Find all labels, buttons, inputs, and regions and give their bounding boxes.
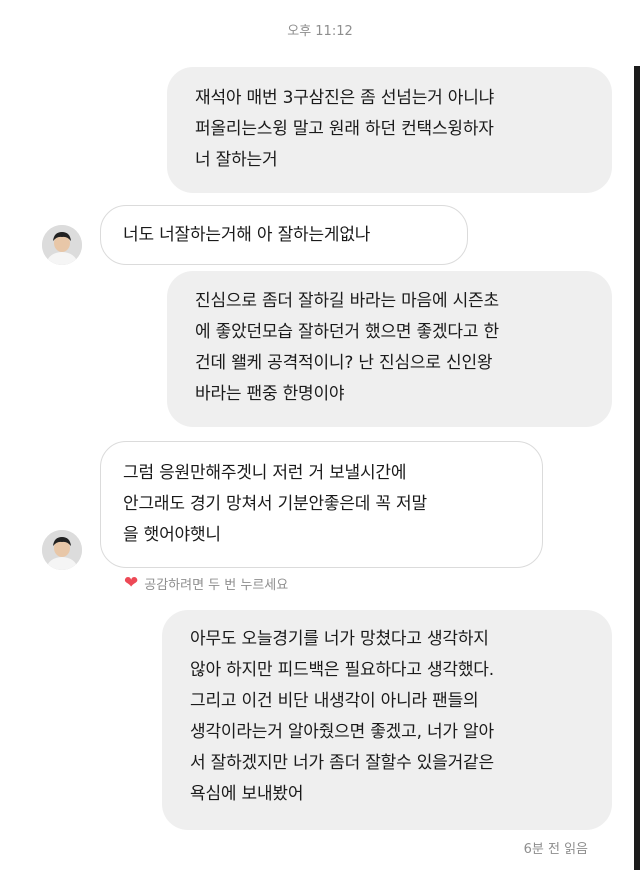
message-line: 아무도 오늘경기를 너가 망쳤다고 생각하지 [190, 629, 489, 649]
message-line: 욕심에 보내봤어 [190, 784, 304, 804]
sent-message[interactable]: 아무도 오늘경기를 너가 망쳤다고 생각하지 않아 하지만 피드백은 필요하다고… [162, 610, 612, 830]
message-line: 너도 너잘하는거해 아 잘하는게없나 [123, 225, 371, 245]
message-line: 재석아 매번 3구삼진은 좀 선넘는거 아니냐 [195, 88, 495, 108]
scrollbar[interactable] [634, 66, 640, 870]
sender-avatar[interactable] [42, 225, 82, 265]
message-line: 생각이라는거 알아줬으면 좋겠고, 너가 알아 [190, 722, 494, 742]
sender-avatar[interactable] [42, 530, 82, 570]
message-line: 않아 하지만 피드백은 필요하다고 생각했다. [190, 660, 494, 680]
message-line: 너 잘하는거 [195, 150, 278, 170]
message-line: 그럼 응원만해주겟니 저런 거 보낼시간에 [123, 463, 407, 483]
message-line: 에 좋았던모습 잘하던거 했으면 좋겠다고 한 [195, 322, 499, 342]
message-line: 건데 왤케 공격적이니? 난 진심으로 신인왕 [195, 353, 493, 373]
read-receipt: 6분 전 읽음 [523, 842, 588, 857]
sent-message[interactable]: 진심으로 좀더 잘하길 바라는 마음에 시즌초 에 좋았던모습 잘하던거 했으면… [167, 271, 612, 427]
message-line: 안그래도 경기 망쳐서 기분안좋은데 꼭 저말 [123, 494, 427, 514]
heart-icon: ❤ [124, 573, 139, 593]
message-timestamp: 오후 11:12 [287, 24, 353, 39]
reaction-hint: ❤ 공감하려면 두 번 누르세요 [124, 573, 289, 594]
reaction-hint-text: 공감하려면 두 번 누르세요 [144, 578, 289, 593]
message-line: 퍼올리는스윙 말고 원래 하던 컨택스윙하자 [195, 119, 494, 139]
received-message[interactable]: 그럼 응원만해주겟니 저런 거 보낼시간에 안그래도 경기 망쳐서 기분안좋은데… [100, 441, 543, 568]
message-line: 을 햇어야햇니 [123, 525, 221, 545]
sent-message[interactable]: 재석아 매번 3구삼진은 좀 선넘는거 아니냐 퍼올리는스윙 말고 원래 하던 … [167, 67, 612, 193]
message-line: 바라는 팬중 한명이야 [195, 384, 345, 404]
message-line: 서 잘하겠지만 너가 좀더 잘할수 있을거같은 [190, 753, 494, 773]
message-line: 그리고 이건 비단 내생각이 아니라 팬들의 [190, 691, 479, 711]
message-line: 진심으로 좀더 잘하길 바라는 마음에 시즌초 [195, 291, 499, 311]
received-message[interactable]: 너도 너잘하는거해 아 잘하는게없나 [100, 205, 468, 265]
